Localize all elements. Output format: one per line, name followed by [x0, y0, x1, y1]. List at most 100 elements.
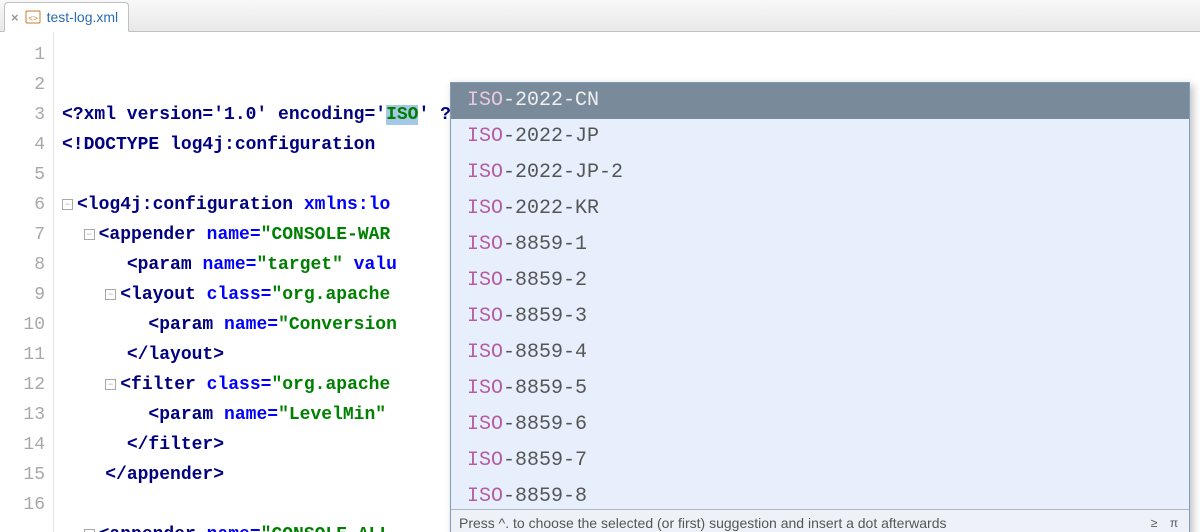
code-token: <log4j:configuration [77, 195, 304, 215]
code-token: "LevelMin" [278, 405, 386, 425]
code-token: valu [343, 255, 397, 275]
completion-suffix: -8859-3 [503, 305, 587, 328]
code-token: "org.apache [271, 375, 390, 395]
code-token: <param [148, 405, 224, 425]
code-token: </layout> [127, 345, 224, 365]
completion-match: ISO [467, 89, 503, 112]
completion-match: ISO [467, 341, 503, 364]
code-token: xmlns:lo [304, 195, 390, 215]
completion-item[interactable]: ISO-2022-KR [451, 191, 1189, 227]
code-token: "CONSOLE-WAR [261, 225, 391, 245]
line-number: 1 [0, 40, 45, 70]
tab-title: test-log.xml [47, 9, 119, 25]
code-token: <?xml version='1.0' encoding=' [62, 105, 386, 125]
code-token: "CONSOLE-ALL [261, 525, 391, 532]
fold-icon[interactable]: − [62, 199, 73, 210]
completion-suffix: -8859-6 [503, 413, 587, 436]
completion-item[interactable]: ISO-8859-5 [451, 371, 1189, 407]
filter-icon[interactable]: ≥ [1147, 516, 1161, 530]
line-number: 3 [0, 100, 45, 130]
completion-match: ISO [467, 485, 503, 508]
gutter: 12345678910111213141516 [0, 32, 54, 532]
code-token: "org.apache [271, 285, 390, 305]
code-token: <param [127, 255, 203, 275]
line-number: 11 [0, 340, 45, 370]
code-token: "Conversion [278, 315, 397, 335]
completion-suffix: -8859-1 [503, 233, 587, 256]
tab-bar: × <> test-log.xml [0, 0, 1200, 32]
line-number: 9 [0, 280, 45, 310]
completion-item[interactable]: ISO-8859-4 [451, 335, 1189, 371]
completion-match: ISO [467, 305, 503, 328]
completion-item[interactable]: ISO-8859-8 [451, 479, 1189, 509]
code-token: <appender [99, 525, 207, 532]
code-token: name= [224, 405, 278, 425]
completion-item[interactable]: ISO-8859-6 [451, 407, 1189, 443]
code-token: name= [207, 225, 261, 245]
completion-list[interactable]: ISO-2022-CNISO-2022-JPISO-2022-JP-2ISO-2… [451, 83, 1189, 509]
completion-hint-bar: Press ^. to choose the selected (or firs… [451, 509, 1189, 532]
line-number: 13 [0, 400, 45, 430]
completion-item[interactable]: ISO-2022-JP [451, 119, 1189, 155]
completion-suffix: -2022-JP [503, 125, 599, 148]
line-number: 10 [0, 310, 45, 340]
xml-file-icon: <> [25, 9, 41, 25]
completion-match: ISO [467, 377, 503, 400]
completion-suffix: -8859-7 [503, 449, 587, 472]
line-number: 6 [0, 190, 45, 220]
code-token: name= [202, 255, 256, 275]
pi-icon[interactable]: π [1167, 516, 1181, 530]
completion-suffix: -2022-CN [503, 89, 599, 112]
completion-hint-text: Press ^. to choose the selected (or firs… [459, 515, 946, 531]
line-number: 5 [0, 160, 45, 190]
completion-item[interactable]: ISO-2022-JP-2 [451, 155, 1189, 191]
code-token: <filter [120, 375, 206, 395]
code-token: <!DOCTYPE log4j:configuration [62, 135, 375, 155]
completion-match: ISO [467, 413, 503, 436]
code-token: class= [207, 285, 272, 305]
code-token: name= [207, 525, 261, 532]
completion-suffix: -8859-4 [503, 341, 587, 364]
line-number: 12 [0, 370, 45, 400]
line-number: 8 [0, 250, 45, 280]
completion-suffix: -8859-5 [503, 377, 587, 400]
code-token: name= [224, 315, 278, 335]
completion-popup: ISO-2022-CNISO-2022-JPISO-2022-JP-2ISO-2… [450, 82, 1190, 532]
line-number: 14 [0, 430, 45, 460]
code-token: <appender [99, 225, 207, 245]
encoding-selection: ISO [386, 105, 418, 125]
completion-item[interactable]: ISO-8859-3 [451, 299, 1189, 335]
completion-match: ISO [467, 197, 503, 220]
completion-suffix: -2022-JP-2 [503, 161, 623, 184]
completion-item[interactable]: ISO-8859-2 [451, 263, 1189, 299]
editor-tab[interactable]: × <> test-log.xml [4, 2, 129, 32]
completion-item[interactable]: ISO-2022-CN [451, 83, 1189, 119]
code-token: </appender> [105, 465, 224, 485]
completion-match: ISO [467, 125, 503, 148]
fold-icon[interactable]: − [105, 379, 116, 390]
line-number: 15 [0, 460, 45, 490]
code-token: "target" [256, 255, 342, 275]
code-token: <param [148, 315, 224, 335]
line-number: 4 [0, 130, 45, 160]
svg-text:<>: <> [28, 15, 38, 24]
code-token: </filter> [127, 435, 224, 455]
fold-icon[interactable]: − [105, 289, 116, 300]
line-number: 2 [0, 70, 45, 100]
line-number: 16 [0, 490, 45, 520]
completion-match: ISO [467, 161, 503, 184]
completion-match: ISO [467, 269, 503, 292]
completion-item[interactable]: ISO-8859-7 [451, 443, 1189, 479]
completion-suffix: -2022-KR [503, 197, 599, 220]
completion-suffix: -8859-8 [503, 485, 587, 508]
completion-match: ISO [467, 233, 503, 256]
close-icon[interactable]: × [11, 10, 19, 25]
completion-match: ISO [467, 449, 503, 472]
completion-item[interactable]: ISO-8859-1 [451, 227, 1189, 263]
completion-suffix: -8859-2 [503, 269, 587, 292]
code-token: <layout [120, 285, 206, 305]
code-token: class= [207, 375, 272, 395]
fold-icon[interactable]: − [84, 229, 95, 240]
editor: 12345678910111213141516 <?xml version='1… [0, 32, 1200, 532]
line-number: 7 [0, 220, 45, 250]
